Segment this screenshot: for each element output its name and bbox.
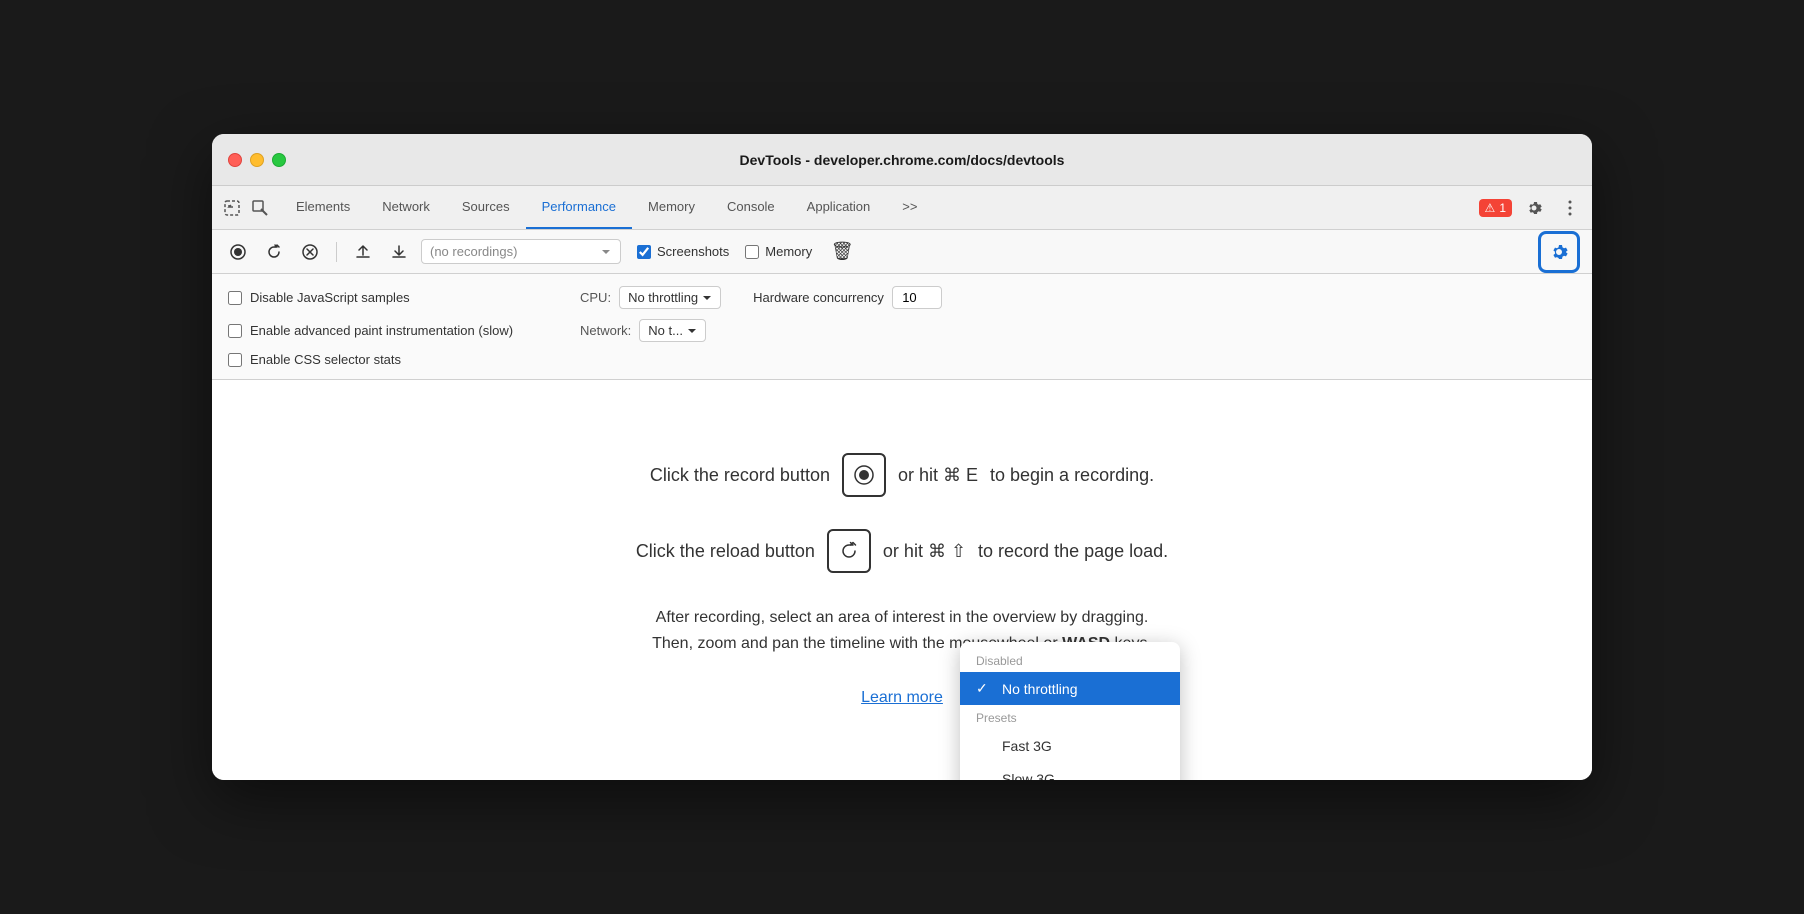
disabled-group-label: Disabled [960, 648, 1180, 672]
warning-count: 1 [1499, 201, 1506, 215]
memory-check-label[interactable]: Memory [745, 244, 812, 259]
network-throttle-value: No t... [648, 323, 683, 338]
fast3g-option[interactable]: ✓ Fast 3G [960, 729, 1180, 762]
tabbar-left-icons [220, 186, 272, 229]
presets-group-label: Presets [960, 705, 1180, 729]
memory-label: Memory [765, 244, 812, 259]
cpu-throttle-value: No throttling [628, 290, 698, 305]
clear-button[interactable] [296, 238, 324, 266]
toolbar-separator-1 [336, 242, 337, 262]
tab-performance[interactable]: Performance [526, 186, 632, 229]
network-label: Network: [580, 323, 631, 338]
tabs: Elements Network Sources Performance Mem… [280, 186, 1479, 229]
slow3g-label: Slow 3G [1002, 771, 1055, 781]
settings-row-3: Enable CSS selector stats [228, 352, 1576, 367]
settings-panel: Disable JavaScript samples CPU: No throt… [212, 274, 1592, 380]
toolbar-checkboxes: Screenshots Memory 🗑 [637, 238, 856, 266]
reload-button[interactable] [260, 238, 288, 266]
tab-console[interactable]: Console [711, 186, 791, 229]
hardware-concurrency-field: Hardware concurrency 10 [753, 286, 942, 309]
no-throttling-checkmark: ✓ [976, 680, 992, 697]
description-line1: After recording, select an area of inter… [656, 609, 1149, 626]
cpu-label: CPU: [580, 290, 611, 305]
close-button[interactable] [228, 153, 242, 167]
download-button[interactable] [385, 238, 413, 266]
learn-more-link[interactable]: Learn more [861, 689, 943, 707]
no-throttling-option[interactable]: ✓ No throttling [960, 672, 1180, 705]
maximize-button[interactable] [272, 153, 286, 167]
disable-js-samples-label: Disable JavaScript samples [250, 290, 410, 305]
traffic-lights [228, 153, 286, 167]
record-instruction-text: Click the record button [650, 465, 830, 486]
reload-instruction-text: Click the reload button [636, 541, 815, 562]
settings-row-1: Disable JavaScript samples CPU: No throt… [228, 286, 1576, 309]
fast3g-label: Fast 3G [1002, 738, 1052, 754]
enable-paint-check[interactable]: Enable advanced paint instrumentation (s… [228, 323, 548, 338]
tab-application[interactable]: Application [791, 186, 887, 229]
screenshots-checkbox[interactable] [637, 245, 651, 259]
record-instruction-row: Click the record button or hit ⌘ E to be… [650, 453, 1154, 497]
performance-toolbar: (no recordings) Screenshots Memory 🗑 [212, 230, 1592, 274]
enable-css-checkbox[interactable] [228, 353, 242, 367]
hardware-concurrency-input[interactable]: 10 [892, 286, 942, 309]
enable-css-label: Enable CSS selector stats [250, 352, 401, 367]
network-throttle-dropdown: Disabled ✓ No throttling Presets ✓ Fast … [960, 642, 1180, 780]
settings-row-2: Enable advanced paint instrumentation (s… [228, 319, 1576, 342]
warning-icon: ⚠ [1485, 201, 1496, 215]
screenshots-check-label[interactable]: Screenshots [637, 244, 729, 259]
disable-js-samples-check[interactable]: Disable JavaScript samples [228, 290, 548, 305]
enable-css-check[interactable]: Enable CSS selector stats [228, 352, 548, 367]
enable-paint-checkbox[interactable] [228, 324, 242, 338]
warning-badge[interactable]: ⚠ 1 [1479, 199, 1512, 217]
toolbar-right [1538, 231, 1580, 273]
record-icon-circle [842, 453, 886, 497]
no-throttling-label: No throttling [1002, 681, 1077, 697]
network-throttle-select[interactable]: No t... [639, 319, 706, 342]
recordings-dropdown[interactable]: (no recordings) [421, 239, 621, 264]
titlebar: DevTools - developer.chrome.com/docs/dev… [212, 134, 1592, 186]
settings-gear-icon[interactable] [1520, 194, 1548, 222]
tab-network[interactable]: Network [366, 186, 446, 229]
reload-suffix-inline: to record the page load. [978, 541, 1168, 562]
tabbar: Elements Network Sources Performance Mem… [212, 186, 1592, 230]
recordings-placeholder: (no recordings) [430, 244, 592, 259]
devtools-window: DevTools - developer.chrome.com/docs/dev… [212, 134, 1592, 780]
capture-settings-button[interactable] [1538, 231, 1580, 273]
tab-memory[interactable]: Memory [632, 186, 711, 229]
cursor-icon[interactable] [220, 196, 244, 220]
more-menu-icon[interactable] [1556, 194, 1584, 222]
garbage-collect-button[interactable]: 🗑 [828, 238, 856, 266]
disable-js-samples-checkbox[interactable] [228, 291, 242, 305]
reload-key-text: or hit ⌘ ⇧ [883, 541, 966, 562]
upload-button[interactable] [349, 238, 377, 266]
tabbar-right: ⚠ 1 [1479, 186, 1584, 229]
record-button[interactable] [224, 238, 252, 266]
screenshots-label: Screenshots [657, 244, 729, 259]
tab-more[interactable]: >> [886, 186, 933, 229]
record-suffix-inline: to begin a recording. [990, 465, 1154, 486]
main-content: Click the record button or hit ⌘ E to be… [212, 380, 1592, 780]
hardware-label: Hardware concurrency [753, 290, 884, 305]
reload-icon-circle [827, 529, 871, 573]
tab-sources[interactable]: Sources [446, 186, 526, 229]
inspect-icon[interactable] [248, 196, 272, 220]
slow3g-option[interactable]: ✓ Slow 3G [960, 762, 1180, 780]
minimize-button[interactable] [250, 153, 264, 167]
tab-elements[interactable]: Elements [280, 186, 366, 229]
network-field: Network: No t... [580, 319, 706, 342]
cpu-field: CPU: No throttling [580, 286, 721, 309]
cpu-throttle-select[interactable]: No throttling [619, 286, 721, 309]
enable-paint-label: Enable advanced paint instrumentation (s… [250, 323, 513, 338]
memory-checkbox[interactable] [745, 245, 759, 259]
reload-instruction-row: Click the reload button or hit ⌘ ⇧ to re… [636, 529, 1168, 573]
record-key-text: or hit ⌘ E [898, 465, 978, 486]
window-title: DevTools - developer.chrome.com/docs/dev… [740, 152, 1065, 168]
